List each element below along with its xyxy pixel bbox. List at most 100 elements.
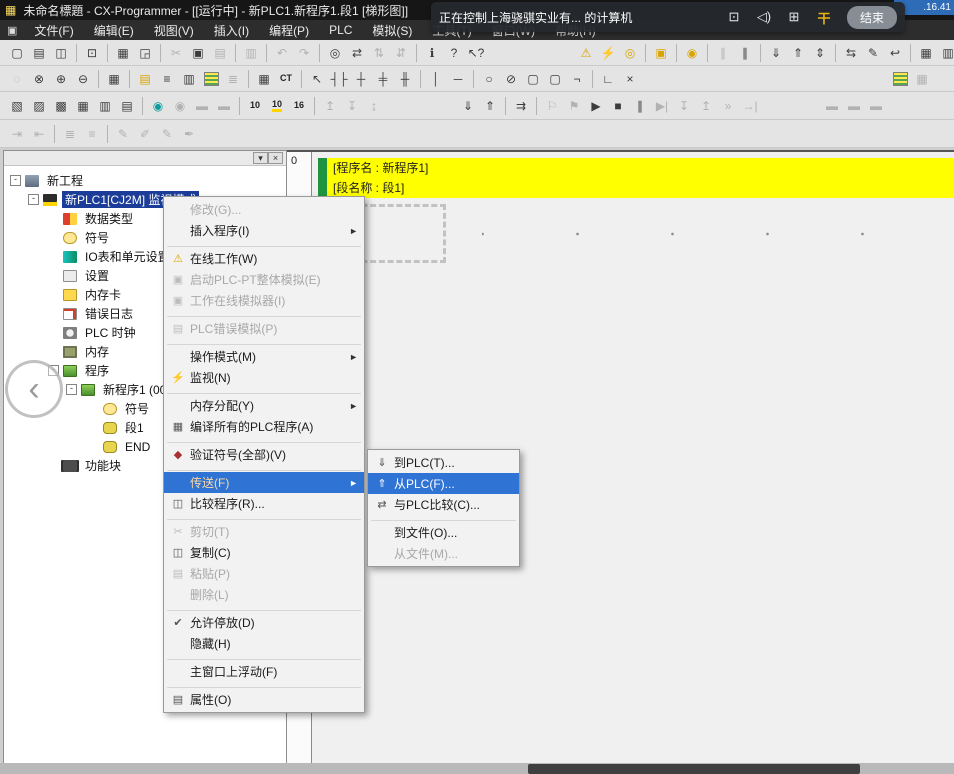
cascade-window-button[interactable]: ▩ [50, 96, 72, 116]
watch-window-button[interactable]: ◉ [147, 96, 169, 116]
io-comment-view-button[interactable]: ▦ [911, 69, 933, 89]
online-simulator-button[interactable]: ◉ [681, 43, 703, 63]
panel-menu-button[interactable]: ▾ [253, 152, 268, 164]
output-view-button[interactable]: ≡ [156, 69, 178, 89]
zoom-in-button[interactable]: ⊕ [50, 69, 72, 89]
ctx-allow-docking[interactable]: ✔ 允许停放(D) [164, 612, 364, 633]
decimal-monitor-button[interactable]: 10 [244, 96, 266, 116]
new-closed-contact-button[interactable]: ┼ [350, 69, 372, 89]
tile-window-button[interactable]: ▦ [72, 96, 94, 116]
transfer-options-button[interactable]: ⇉ [510, 96, 532, 116]
paste-special-button[interactable]: ▥ [240, 43, 262, 63]
tree-item-new-project[interactable]: - 新工程 [4, 171, 286, 190]
paste-button[interactable]: ▤ [209, 43, 231, 63]
line-delete-button[interactable]: × [619, 69, 641, 89]
line-connect-button[interactable]: ∟ [597, 69, 619, 89]
signed-decimal-monitor-button[interactable]: 10 [266, 96, 288, 116]
watch-window-2-button[interactable]: ◉ [169, 96, 191, 116]
step-in-button[interactable]: ↧ [673, 96, 695, 116]
online-edit-transfer-button[interactable]: ⇆ [840, 43, 862, 63]
monitor-window-3-button[interactable]: ▬ [865, 96, 887, 116]
expander-icon[interactable]: - [66, 384, 77, 395]
ctx-delete[interactable]: 删除(L) [164, 584, 364, 605]
step-out-button[interactable]: ↥ [695, 96, 717, 116]
print-button[interactable]: ▦ [112, 43, 134, 63]
sim-run-button[interactable]: ▶ [585, 96, 607, 116]
menu-plc[interactable]: PLC [319, 23, 362, 37]
zoom-out-button[interactable]: ⊖ [72, 69, 94, 89]
mnemonics-view-button[interactable]: ≣ [222, 69, 244, 89]
hex-monitor-button[interactable]: 16 [288, 96, 310, 116]
ctx-start-plc-pt-simulation[interactable]: ▣ 启动PLC-PT整体模拟(E) [164, 269, 364, 290]
child-window-icon[interactable]: ▣ [0, 24, 24, 37]
force-refresh-button[interactable]: ↨ [363, 96, 385, 116]
sim-pause-button[interactable]: ∥ [629, 96, 651, 116]
help-button[interactable]: ? [443, 43, 465, 63]
menu-simulation[interactable]: 模拟(S) [362, 22, 422, 39]
monitor-window-2-button[interactable]: ▬ [843, 96, 865, 116]
about-button[interactable]: ℹ [421, 43, 443, 63]
ctx-work-online[interactable]: ⚠ 在线工作(W) [164, 248, 364, 269]
pause-monitor-button[interactable]: ∥ [734, 43, 756, 63]
back-overlay-circle[interactable]: ‹ [5, 360, 63, 418]
edit-comment-button[interactable]: ✎ [112, 124, 134, 144]
new-horizontal-line-button[interactable]: ─ [447, 69, 469, 89]
end-session-button[interactable]: 结束 [847, 6, 897, 29]
force-off-button[interactable]: ⚑ [563, 96, 585, 116]
edit-rung-comment-button[interactable]: ✐ [134, 124, 156, 144]
block-indent-button[interactable]: ⇥ [6, 124, 28, 144]
step-run-button[interactable]: ▶| [651, 96, 673, 116]
ctx-compare-program[interactable]: ◫ 比较程序(R)... [164, 493, 364, 514]
ctx-insert-program[interactable]: 插入程序(I) ► [164, 220, 364, 241]
submenu-from-file[interactable]: 从文件(M)... [368, 543, 519, 564]
transfer-from-plc-button[interactable]: ⇑ [479, 96, 501, 116]
save-project-button[interactable]: ◫ [50, 43, 72, 63]
new-contact-button[interactable]: ┤├ [328, 69, 350, 89]
work-online-toolbar-button[interactable]: ⚠ [575, 43, 597, 63]
cross-reference-button[interactable]: ▥ [178, 69, 200, 89]
ctx-cut[interactable]: ✂ 剪切(T) [164, 521, 364, 542]
find-online-button[interactable]: ◎ [619, 43, 641, 63]
ct-view-button[interactable]: CT [275, 69, 297, 89]
expander-icon[interactable]: - [28, 194, 39, 205]
ctx-float-in-main-window[interactable]: 主窗口上浮动(F) [164, 661, 364, 682]
grid-toggle-button[interactable]: ▦ [103, 69, 125, 89]
new-coil-button[interactable]: ○ [478, 69, 500, 89]
ctx-plc-error-simulation[interactable]: ▤ PLC错误模拟(P) [164, 318, 364, 339]
new-or-contact-button[interactable]: ╪ [372, 69, 394, 89]
online-edit-ladder-button[interactable]: ▣ [650, 43, 672, 63]
ctx-modify[interactable]: 修改(G)... [164, 199, 364, 220]
window-properties-button[interactable]: ▤ [116, 96, 138, 116]
continuous-step-button[interactable]: » [717, 96, 739, 116]
align-list-2-button[interactable]: ≡ [81, 124, 103, 144]
differential-down-button[interactable]: ↧ [341, 96, 363, 116]
submenu-to-plc[interactable]: ⇓ 到PLC(T)... [368, 452, 519, 473]
upload-from-plc-button[interactable]: ⇑ [787, 43, 809, 63]
monitor-toolbar-button[interactable]: ⚡ [597, 43, 619, 63]
compare-with-plc-button[interactable]: ⇕ [809, 43, 831, 63]
invert-button[interactable]: ¬ [566, 69, 588, 89]
symbol-table-button[interactable]: ▤ [134, 69, 156, 89]
force-on-button[interactable]: ⚐ [541, 96, 563, 116]
output-window-button[interactable]: ▬ [191, 96, 213, 116]
ctx-memory-allocation[interactable]: 内存分配(Y) ► [164, 395, 364, 416]
ladder-view-button[interactable]: ▮ [200, 69, 222, 89]
print-preview-button[interactable]: ◲ [134, 43, 156, 63]
cut-button[interactable]: ✂ [165, 43, 187, 63]
submenu-to-file[interactable]: 到文件(O)... [368, 522, 519, 543]
align-list-button[interactable]: ≣ [59, 124, 81, 144]
panel-close-button[interactable]: × [268, 152, 283, 164]
menu-file[interactable]: 文件(F) [24, 22, 83, 39]
new-instruction-2-button[interactable]: ▢ [544, 69, 566, 89]
undo-button[interactable]: ↶ [271, 43, 293, 63]
online-edit-begin-button[interactable]: ✎ [862, 43, 884, 63]
float-window-button[interactable]: ▨ [28, 96, 50, 116]
speaker-icon[interactable]: ◁) [749, 9, 779, 25]
find-previous-button[interactable]: ⇅ [368, 43, 390, 63]
open-project-button[interactable]: ▤ [28, 43, 50, 63]
address-reference-button[interactable]: ▦ [253, 69, 275, 89]
ctx-hide[interactable]: 隐藏(H) [164, 633, 364, 654]
redo-button[interactable]: ↷ [293, 43, 315, 63]
ctx-work-online-simulator[interactable]: ▣ 工作在线模拟器(I) [164, 290, 364, 311]
fullscreen-icon[interactable]: ⊡ [719, 9, 749, 25]
